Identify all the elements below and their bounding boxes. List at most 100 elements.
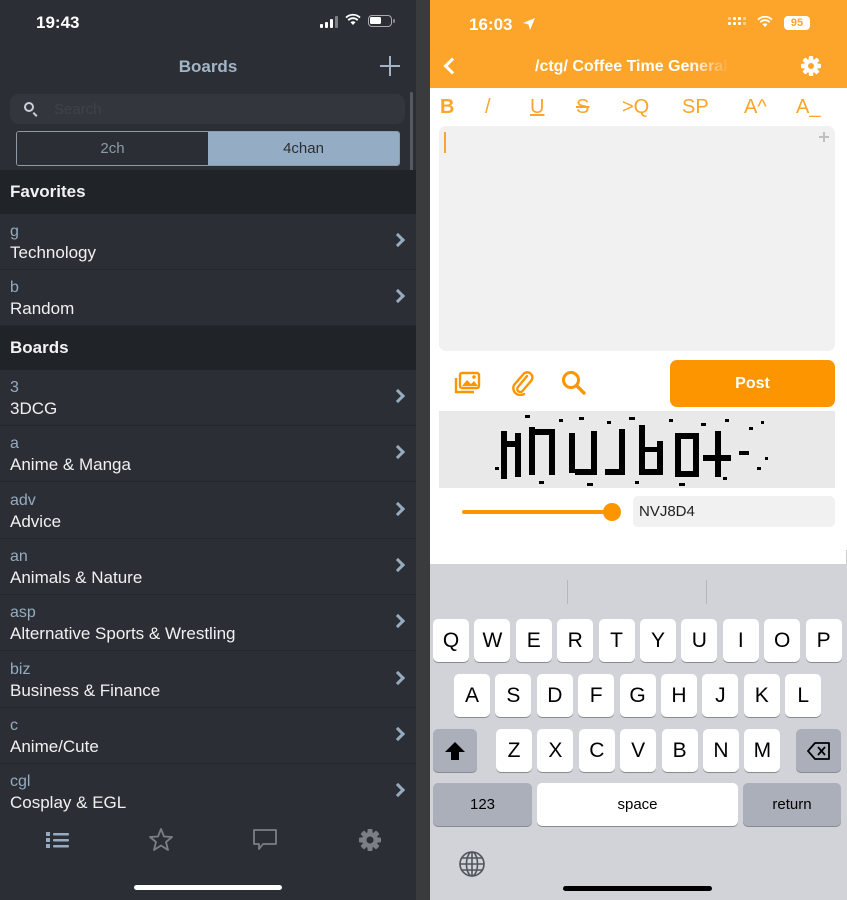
key-e[interactable]: E bbox=[515, 619, 552, 662]
key-i[interactable]: I bbox=[722, 619, 759, 662]
star-icon[interactable] bbox=[141, 825, 181, 855]
status-time: 16:03 bbox=[469, 15, 513, 34]
search-input[interactable] bbox=[54, 94, 394, 124]
key-z[interactable]: Z bbox=[496, 729, 532, 772]
split-screen: 19:43 Boards 2ch 4chan Favorites gTechno bbox=[0, 0, 847, 900]
key-m[interactable]: M bbox=[744, 729, 781, 772]
key-x[interactable]: X bbox=[537, 729, 574, 772]
superscript-button[interactable]: A^ bbox=[744, 96, 767, 119]
board-row[interactable]: adv Advice bbox=[0, 482, 416, 539]
chevron-right-icon bbox=[390, 289, 406, 304]
add-board-button[interactable] bbox=[378, 54, 402, 78]
board-code: a bbox=[10, 435, 19, 453]
key-u[interactable]: U bbox=[681, 619, 718, 662]
image-gallery-icon[interactable] bbox=[454, 370, 482, 396]
board-name: 3DCG bbox=[10, 399, 58, 418]
board-code: an bbox=[10, 547, 28, 565]
comment-textarea[interactable] bbox=[439, 126, 835, 351]
spoiler-button[interactable]: SP bbox=[682, 96, 709, 119]
key-a[interactable]: A bbox=[454, 674, 490, 717]
quote-button[interactable]: >Q bbox=[622, 96, 649, 119]
key-o[interactable]: O bbox=[764, 619, 801, 662]
subscript-button[interactable]: A_ bbox=[796, 96, 820, 119]
status-bar: 19:43 bbox=[0, 0, 416, 46]
key-f[interactable]: F bbox=[578, 674, 615, 717]
chat-bubble-icon[interactable] bbox=[245, 825, 285, 855]
segment-2ch[interactable]: 2ch bbox=[17, 132, 208, 165]
board-name: Advice bbox=[10, 511, 62, 531]
board-name: Technology bbox=[10, 243, 97, 262]
suggestion-divider bbox=[706, 580, 707, 604]
shift-icon bbox=[445, 742, 465, 760]
key-p[interactable]: P bbox=[805, 619, 842, 662]
key-t[interactable]: T bbox=[598, 619, 635, 662]
slider-track bbox=[462, 510, 612, 514]
key-y[interactable]: Y bbox=[640, 619, 676, 662]
bold-button[interactable]: B bbox=[440, 96, 454, 119]
board-row[interactable]: biz Business & Finance bbox=[0, 651, 416, 708]
key-j[interactable]: J bbox=[702, 674, 739, 717]
search-field[interactable] bbox=[10, 94, 405, 124]
board-row[interactable]: b Random bbox=[0, 270, 416, 327]
key-k[interactable]: K bbox=[743, 674, 780, 717]
strikethrough-button[interactable]: S bbox=[576, 96, 589, 119]
status-time: 19:43 bbox=[36, 13, 80, 32]
slider-thumb[interactable] bbox=[603, 503, 621, 521]
post-button[interactable]: Post bbox=[670, 360, 835, 407]
header: 16:03 95 /ctg/ Coffee Time General bbox=[430, 0, 847, 88]
shift-key[interactable] bbox=[433, 729, 477, 772]
numbers-key[interactable]: 123 bbox=[433, 783, 532, 826]
key-q[interactable]: Q bbox=[433, 619, 469, 662]
board-row[interactable]: an Animals & Nature bbox=[0, 538, 416, 595]
chevron-right-icon bbox=[390, 557, 406, 572]
expand-icon[interactable] bbox=[819, 132, 829, 142]
captcha-glyphs bbox=[495, 415, 768, 486]
segment-4chan[interactable]: 4chan bbox=[208, 132, 399, 165]
key-b[interactable]: B bbox=[661, 729, 698, 772]
paperclip-icon[interactable] bbox=[510, 370, 534, 396]
board-row[interactable]: g Technology bbox=[0, 214, 416, 270]
space-key[interactable]: space bbox=[537, 783, 738, 826]
globe-icon[interactable] bbox=[458, 850, 486, 878]
key-d[interactable]: D bbox=[536, 674, 573, 717]
list-icon[interactable] bbox=[38, 825, 78, 855]
scrollbar[interactable] bbox=[410, 92, 413, 180]
key-h[interactable]: H bbox=[661, 674, 697, 717]
key-g[interactable]: G bbox=[619, 674, 656, 717]
signal-icon bbox=[320, 16, 338, 28]
key-s[interactable]: S bbox=[495, 674, 532, 717]
board-row[interactable]: a Anime & Manga bbox=[0, 426, 416, 483]
search-icon[interactable] bbox=[561, 370, 587, 396]
return-key[interactable]: return bbox=[743, 783, 841, 826]
key-r[interactable]: R bbox=[557, 619, 594, 662]
key-c[interactable]: C bbox=[578, 729, 615, 772]
delete-key[interactable] bbox=[796, 729, 841, 772]
board-code: 3 bbox=[10, 379, 19, 396]
key-n[interactable]: N bbox=[703, 729, 739, 772]
split-divider[interactable] bbox=[416, 0, 430, 900]
chevron-right-icon bbox=[390, 445, 406, 460]
boards-pane: 19:43 Boards 2ch 4chan Favorites gTechno bbox=[0, 0, 416, 900]
wifi-icon bbox=[345, 13, 361, 25]
gear-icon[interactable] bbox=[800, 55, 822, 77]
key-v[interactable]: V bbox=[620, 729, 657, 772]
key-w[interactable]: W bbox=[474, 619, 511, 662]
board-row[interactable]: cgl Cosplay & EGL bbox=[0, 764, 416, 821]
board-row[interactable]: c Anime/Cute bbox=[0, 707, 416, 764]
gear-icon[interactable] bbox=[350, 825, 390, 855]
captcha-input[interactable] bbox=[633, 496, 835, 527]
board-code: g bbox=[10, 223, 19, 240]
chevron-right-icon bbox=[390, 783, 406, 798]
italic-button[interactable]: / bbox=[485, 96, 491, 119]
text-caret bbox=[444, 132, 446, 153]
back-button[interactable] bbox=[443, 57, 461, 75]
board-name: Alternative Sports & Wrestling bbox=[10, 624, 236, 644]
key-l[interactable]: L bbox=[785, 674, 822, 717]
keyboard: 123 space return QWERTYUIOP ASDFGHJKL ZXCV… bbox=[430, 564, 847, 900]
captcha-slider[interactable] bbox=[462, 503, 621, 521]
underline-button[interactable]: U bbox=[530, 96, 544, 119]
board-row[interactable]: 3 3DCG bbox=[0, 370, 416, 426]
board-row[interactable]: asp Alternative Sports & Wrestling bbox=[0, 595, 416, 652]
board-name: Business & Finance bbox=[10, 680, 161, 700]
board-code: adv bbox=[10, 491, 36, 509]
